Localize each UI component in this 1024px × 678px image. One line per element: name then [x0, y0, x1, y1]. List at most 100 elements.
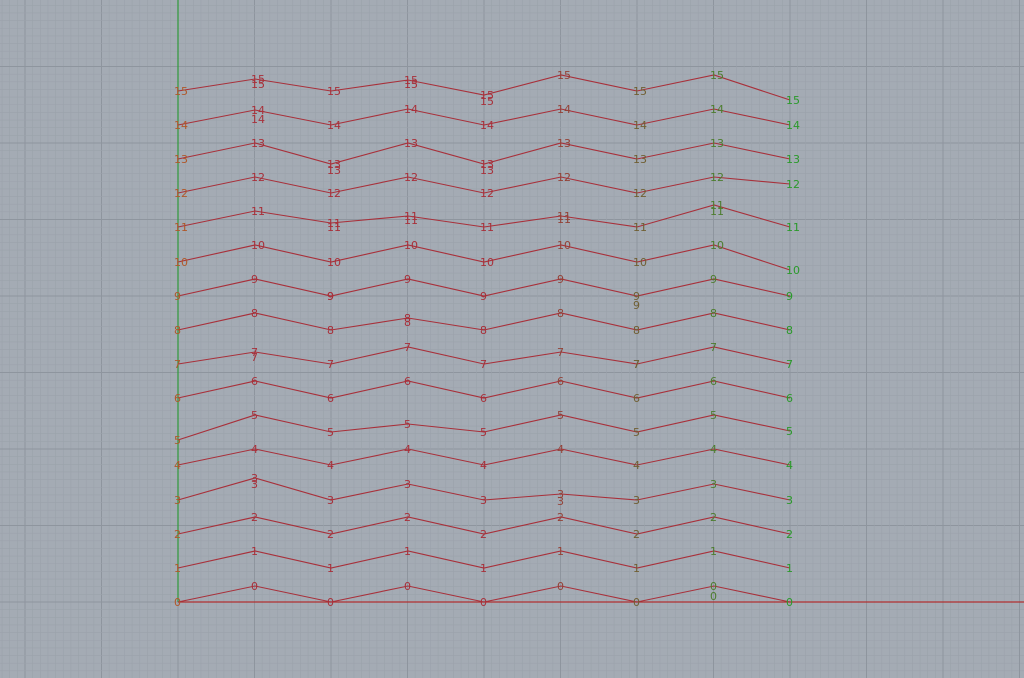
point-label: 10 [327, 256, 341, 269]
point-label: 14 [251, 113, 265, 126]
point-label: 9 [633, 299, 640, 312]
point-label: 10 [633, 256, 647, 269]
point-label: 3 [327, 494, 334, 507]
point-label: 4 [404, 443, 411, 456]
point-label: 9 [174, 290, 181, 303]
point-label: 0 [480, 596, 487, 609]
point-label: 12 [327, 187, 341, 200]
point-label: 3 [633, 494, 640, 507]
point-label: 15 [404, 78, 418, 91]
point-label: 5 [327, 426, 334, 439]
point-label: 2 [786, 528, 793, 541]
point-label: 7 [327, 358, 334, 371]
point-label: 5 [174, 434, 181, 447]
point-label: 6 [633, 392, 640, 405]
point-label: 0 [174, 596, 181, 609]
point-label: 9 [557, 273, 564, 286]
point-label: 5 [786, 425, 793, 438]
point-label: 8 [786, 324, 793, 337]
point-label: 5 [480, 426, 487, 439]
point-label: 11 [557, 213, 571, 226]
point-label: 4 [174, 459, 181, 472]
point-label: 5 [633, 426, 640, 439]
point-label: 7 [480, 358, 487, 371]
point-label: 0 [557, 580, 564, 593]
point-label: 6 [557, 375, 564, 388]
point-label: 3 [786, 494, 793, 507]
point-label: 7 [174, 358, 181, 371]
point-label: 9 [480, 290, 487, 303]
point-label: 7 [786, 358, 793, 371]
point-label: 11 [404, 214, 418, 227]
point-label: 15 [480, 95, 494, 108]
point-label: 4 [633, 459, 640, 472]
point-label: 14 [633, 119, 647, 132]
point-label: 8 [251, 307, 258, 320]
point-label: 14 [327, 119, 341, 132]
point-label: 1 [327, 562, 334, 575]
point-label: 12 [404, 171, 418, 184]
point-label: 1 [404, 545, 411, 558]
point-label: 3 [174, 494, 181, 507]
point-label: 13 [174, 153, 188, 166]
point-label: 8 [327, 324, 334, 337]
point-label: 8 [633, 324, 640, 337]
point-label: 15 [327, 85, 341, 98]
point-label: 3 [251, 478, 258, 491]
point-label: 11 [710, 205, 724, 218]
point-label: 9 [327, 290, 334, 303]
point-label: 4 [557, 443, 564, 456]
point-label: 8 [557, 307, 564, 320]
point-label: 2 [251, 511, 258, 524]
point-label: 0 [786, 596, 793, 609]
point-label: 3 [710, 478, 717, 491]
point-label: 14 [174, 119, 188, 132]
point-label: 0 [710, 590, 717, 603]
point-label: 1 [710, 545, 717, 558]
point-label: 2 [710, 511, 717, 524]
point-label: 15 [557, 69, 571, 82]
point-label: 2 [633, 528, 640, 541]
point-label: 8 [404, 316, 411, 329]
point-label: 1 [251, 545, 258, 558]
point-label: 1 [480, 562, 487, 575]
point-label: 3 [557, 495, 564, 508]
point-label: 10 [557, 239, 571, 252]
point-label: 4 [786, 459, 793, 472]
point-label: 9 [404, 273, 411, 286]
viewport-canvas[interactable]: 000000000011111111122222222233333 3 333334… [0, 0, 1024, 678]
point-label: 10 [174, 256, 188, 269]
point-label: 4 [327, 459, 334, 472]
point-label: 2 [480, 528, 487, 541]
point-label: 13 [327, 164, 341, 177]
point-label: 12 [557, 171, 571, 184]
point-label: 12 [710, 171, 724, 184]
point-label: 0 [327, 596, 334, 609]
point-label: 10 [480, 256, 494, 269]
point-label: 9 [251, 273, 258, 286]
point-label: 13 [633, 153, 647, 166]
point-label: 12 [174, 187, 188, 200]
point-label: 10 [786, 264, 800, 277]
point-label: 11 [327, 221, 341, 234]
point-label: 5 [404, 418, 411, 431]
rhino-top-viewport[interactable]: 0000000000111111111222222222333333333334… [0, 0, 1024, 678]
point-label: 11 [633, 221, 647, 234]
point-label: 11 [480, 221, 494, 234]
point-label: 14 [480, 119, 494, 132]
point-label: 10 [710, 239, 724, 252]
point-label: 6 [404, 375, 411, 388]
point-label: 1 [633, 562, 640, 575]
point-label: 15 [786, 94, 800, 107]
point-label: 2 [327, 528, 334, 541]
point-label: 4 [710, 443, 717, 456]
point-label: 14 [786, 119, 800, 132]
point-label: 5 [251, 409, 258, 422]
point-label: 13 [786, 153, 800, 166]
point-label: 5 [710, 409, 717, 422]
point-label: 6 [327, 392, 334, 405]
point-label: 2 [174, 528, 181, 541]
point-label: 8 [480, 324, 487, 337]
point-label: 14 [710, 103, 724, 116]
point-label: 7 [404, 341, 411, 354]
